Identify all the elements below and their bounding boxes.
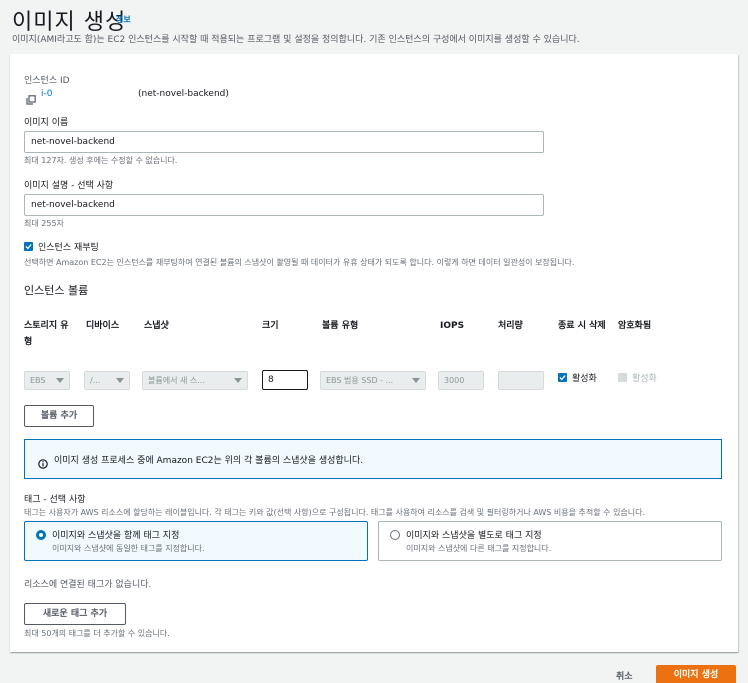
checkmark-icon (25, 244, 32, 250)
image-name-input[interactable]: net-novel-backend (24, 131, 544, 153)
device-value: /... (90, 376, 101, 385)
page-description: 이미지(AMI라고도 함)는 EC2 인스턴스를 시작할 때 적용되는 프로그램… (12, 35, 580, 45)
caret-down-icon (56, 378, 64, 383)
add-volume-button[interactable]: 볼륨 추가 (24, 405, 94, 427)
instance-name: (net-novel-backend) (138, 89, 229, 99)
reboot-label: 인스턴스 재부팅 (38, 243, 99, 253)
device-select: /... (84, 371, 130, 390)
snapshot-value: 볼륨에서 새 스... (148, 376, 205, 385)
throughput-input (498, 371, 544, 390)
col-encryption: 암호화됨 (618, 321, 652, 331)
instance-id-link[interactable]: i-0 (41, 89, 52, 99)
encryption-label: 활성화 (632, 374, 657, 384)
storage-type-select: EBS (24, 371, 70, 390)
image-description-label: 이미지 설명 - 선택 사항 (24, 181, 114, 191)
tag-together-option[interactable]: 이미지와 스냅샷을 함께 태그 지정 이미지와 스냅샷에 동일한 태그를 지정합… (24, 521, 368, 561)
col-snapshot: 스냅샷 (144, 321, 169, 331)
volume-type-value: EBS 범용 SSD - ... (326, 376, 394, 385)
cancel-button[interactable]: 취소 (616, 669, 633, 682)
col-size: 크기 (262, 321, 279, 331)
tag-limit-text: 최대 50개의 태그를 더 추가할 수 있습니다. (24, 629, 170, 638)
encryption-checkbox (618, 373, 627, 382)
tag-separate-desc: 이미지와 스냅샷에 다른 태그를 지정합니다. (406, 544, 552, 553)
size-input[interactable]: 8 (262, 370, 308, 390)
col-volume-type: 볼륨 유형 (322, 321, 359, 331)
image-description-input[interactable]: net-novel-backend (24, 194, 544, 216)
col-storage-type: 스토리지 유형 (24, 321, 69, 347)
snapshot-select: 볼륨에서 새 스... (142, 371, 248, 390)
iops-input: 3000 (438, 371, 484, 390)
caret-down-icon (412, 378, 420, 383)
info-circle-icon (38, 454, 48, 473)
add-tag-button[interactable]: 새로운 태그 추가 (24, 603, 126, 625)
image-name-constraint: 최대 127자. 생성 후에는 수정할 수 없습니다. (24, 156, 178, 165)
col-delete-on-termination: 종료 시 삭제 (558, 321, 606, 331)
caret-down-icon (234, 378, 242, 383)
delete-on-termination-checkbox[interactable] (558, 373, 567, 382)
col-iops: IOPS (440, 321, 465, 331)
copy-icon[interactable] (26, 90, 36, 109)
info-alert-text: 이미지 생성 프로세스 중에 Amazon EC2는 위의 각 볼륨의 스냅샷을… (54, 456, 364, 466)
no-tags-text: 리소스에 연결된 태그가 없습니다. (24, 580, 152, 590)
volumes-title: 인스턴스 볼륨 (24, 284, 89, 297)
tag-together-desc: 이미지와 스냅샷에 동일한 태그를 지정합니다. (52, 544, 205, 553)
tag-together-title: 이미지와 스냅샷을 함께 태그 지정 (52, 531, 180, 541)
checkmark-icon (559, 375, 566, 381)
storage-type-value: EBS (30, 376, 46, 385)
tag-together-radio[interactable] (36, 530, 46, 540)
info-alert: 이미지 생성 프로세스 중에 Amazon EC2는 위의 각 볼륨의 스냅샷을… (24, 439, 722, 479)
create-image-button[interactable]: 이미지 생성 (656, 665, 736, 683)
col-device: 디바이스 (86, 321, 120, 331)
tag-separate-option[interactable]: 이미지와 스냅샷을 별도로 태그 지정 이미지와 스냅샷에 다른 태그를 지정합… (378, 521, 722, 561)
image-name-label: 이미지 이름 (24, 118, 69, 128)
reboot-checkbox[interactable] (24, 242, 33, 251)
volume-type-select: EBS 범용 SSD - ... (320, 371, 426, 390)
delete-on-termination-label: 활성화 (572, 374, 597, 384)
caret-down-icon (116, 378, 124, 383)
image-description-constraint: 최대 255자 (24, 219, 64, 228)
info-link[interactable]: 정보 (116, 14, 131, 25)
instance-id-label: 인스턴스 ID (24, 76, 70, 86)
reboot-help: 선택하면 Amazon EC2는 인스턴스를 재부팅하여 연결된 볼륨의 스냅샷… (24, 258, 575, 267)
tag-separate-title: 이미지와 스냅샷을 별도로 태그 지정 (406, 531, 542, 541)
tag-separate-radio[interactable] (390, 530, 400, 540)
tags-title: 태그 - 선택 사항 (24, 495, 86, 505)
tags-description: 태그는 사용자가 AWS 리소스에 할당하는 레이블입니다. 각 태그는 키와 … (24, 508, 646, 517)
col-throughput: 처리량 (498, 321, 523, 331)
